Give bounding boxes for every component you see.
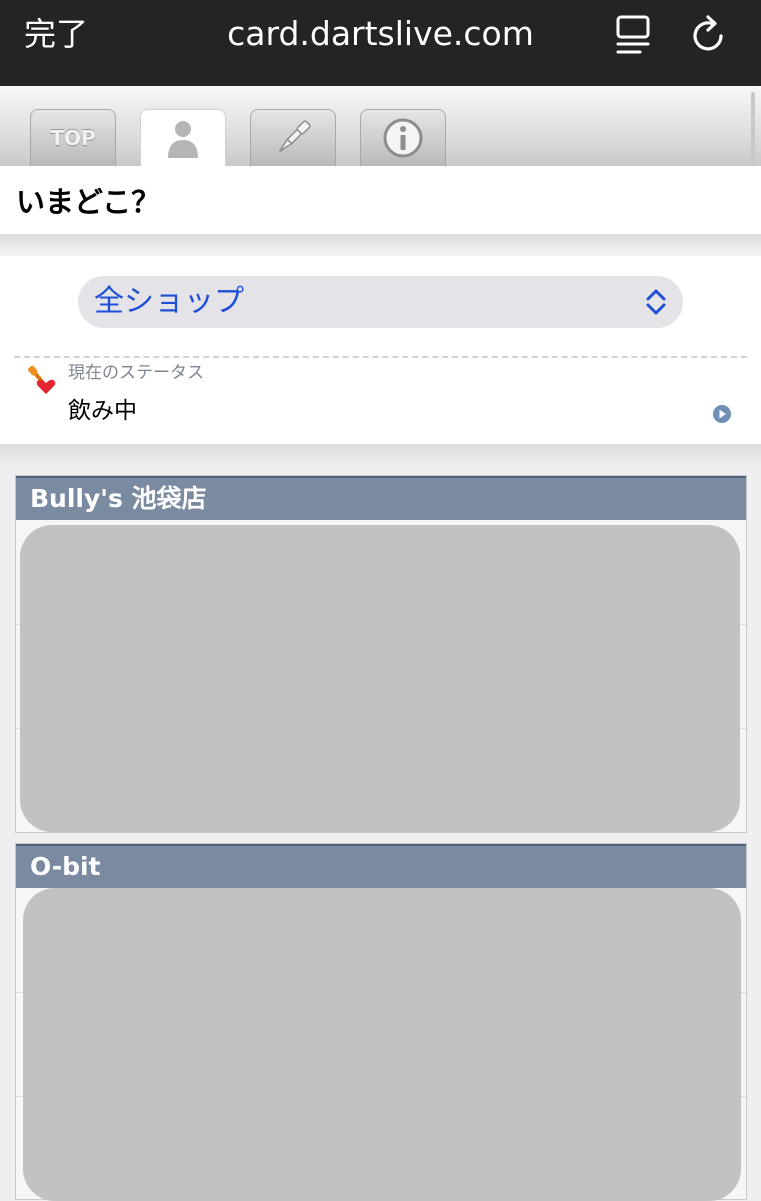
redacted-content: [20, 525, 740, 832]
shop-name: O-bit: [30, 852, 101, 881]
play-arrow-icon[interactable]: [712, 404, 732, 424]
status-dart-heart-icon: [28, 365, 56, 394]
dashed-divider: [14, 356, 747, 358]
status-value[interactable]: 飲み中: [68, 394, 137, 428]
divider-shadow: [0, 444, 761, 468]
tab-top[interactable]: TOP: [30, 109, 116, 166]
tab-bar: TOP: [0, 86, 761, 167]
scrollbar[interactable]: [751, 92, 755, 162]
person-icon: [168, 120, 198, 158]
browser-toolbar: 完了 card.dartslive.com: [0, 0, 761, 86]
dart-icon: [278, 120, 311, 153]
shop-name: Bully's 池袋店: [30, 484, 207, 513]
tab-my-status[interactable]: [140, 109, 226, 167]
divider-shadow: [0, 234, 761, 256]
page-title: いまどこ？: [16, 185, 161, 219]
tab-info[interactable]: [360, 109, 446, 166]
reload-icon[interactable]: [688, 14, 730, 56]
chevron-updown-icon: [646, 289, 666, 315]
status-label: 現在のステータス: [68, 363, 204, 383]
shop-card: O-bit: [15, 843, 747, 1201]
shop-filter-select[interactable]: 全ショップ: [78, 276, 683, 328]
status-panel: 全ショップ 現在のステータス 飲み中: [0, 256, 761, 444]
shop-card: Bully's 池袋店: [15, 475, 747, 833]
info-icon: [383, 118, 423, 158]
redacted-content: [23, 888, 741, 1201]
tab-darts[interactable]: [250, 109, 336, 166]
shop-filter-value: 全ショップ: [94, 284, 244, 319]
shop-header: O-bit: [16, 844, 746, 888]
tab-top-label: TOP: [50, 126, 96, 150]
title-bar: いまどこ？: [0, 166, 761, 234]
reader-mode-icon[interactable]: [612, 14, 654, 56]
shop-header: Bully's 池袋店: [16, 476, 746, 520]
